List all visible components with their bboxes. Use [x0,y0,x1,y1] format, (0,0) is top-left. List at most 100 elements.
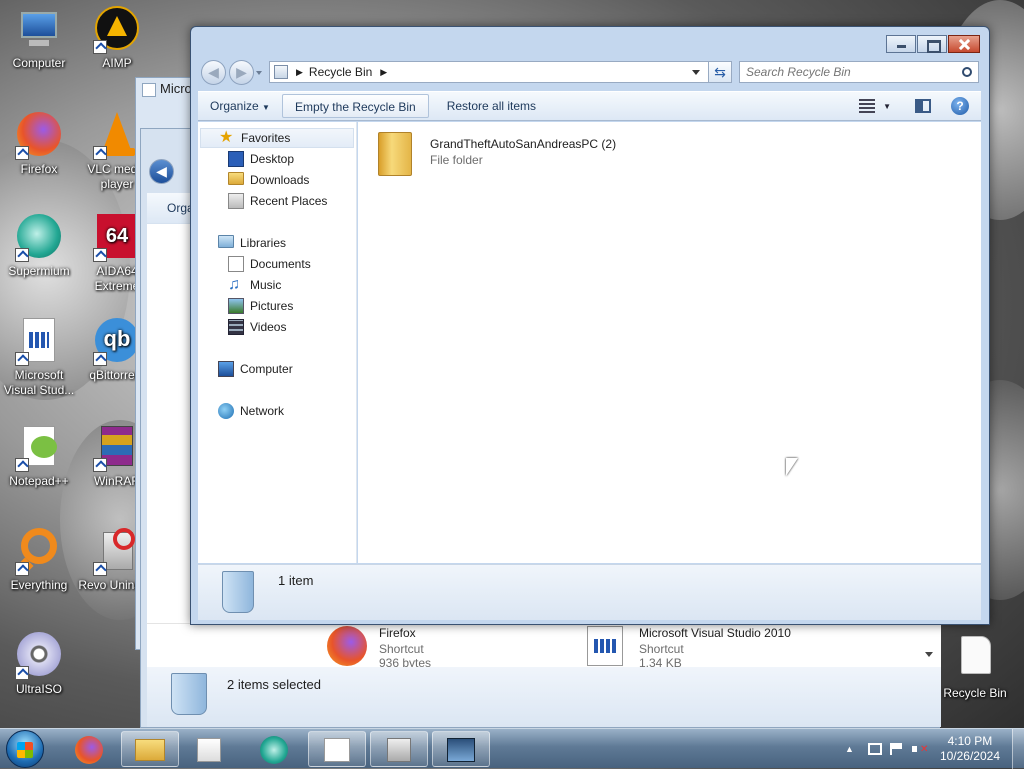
taskbar-media-player[interactable] [180,731,238,767]
ultraiso-icon [15,632,63,680]
start-button[interactable] [6,730,44,768]
list-item[interactable]: Microsoft Visual Studio 2010 Shortcut 1.… [587,624,917,668]
desktop-icon-notepadpp[interactable]: Notepad++ [0,424,78,489]
recycle-bin-window[interactable]: ◀ ▶ ▶ Recycle Bin ▶ ⇆ Organize ▼ Empty t… [190,26,990,625]
firefox-icon [75,736,103,764]
breadcrumb-chevron-icon[interactable]: ▶ [380,67,387,78]
address-bar[interactable]: ▶ Recycle Bin ▶ [269,61,709,83]
volume-muted-icon[interactable]: ✕ [911,743,928,755]
refresh-button[interactable]: ⇆ [708,61,732,83]
nav-desktop[interactable]: Desktop [228,149,294,169]
file-list: GrandTheftAutoSanAndreasPC (2) File fold… [358,122,981,563]
nav-documents[interactable]: Documents [228,254,311,274]
recycle-bin-full-icon [222,571,254,613]
nav-downloads[interactable]: Downloads [228,170,309,190]
recycle-bin-empty-icon [951,636,999,684]
computer-icon [218,361,234,377]
view-dropdown-icon[interactable]: ▼ [883,102,891,111]
taskbar-revo[interactable] [370,731,428,767]
desktop-icon-aimp[interactable]: AIMP [78,6,156,71]
desktop-icon-label: Recycle Bin [943,686,1007,700]
window-controls [885,35,980,53]
list-item[interactable]: Firefox Shortcut 936 bytes [327,624,577,668]
downloads-folder-icon [228,172,244,188]
close-button[interactable] [948,35,980,53]
taskbar-visual-studio[interactable] [308,731,366,767]
pictures-icon [228,298,244,314]
nav-videos[interactable]: Videos [228,317,286,337]
navigation-pane: ★ Favorites Desktop Downloads Recent Pla… [198,122,357,563]
list-item[interactable]: GrandTheftAutoSanAndreasPC (2) File fold… [374,130,674,178]
file-name: Firefox [379,626,416,640]
search-box[interactable] [739,61,979,83]
search-input[interactable] [740,64,962,80]
restore-all-items-button[interactable]: Restore all items [435,94,548,118]
desktop-icon-computer[interactable]: Computer [0,6,78,71]
clock[interactable]: 4:10 PM 10/26/2024 [932,734,1012,764]
taskbar-explorer[interactable] [121,731,179,767]
explorer-folder-icon [135,739,165,761]
preview-pane-icon[interactable] [915,99,931,113]
desktop-icon-everything[interactable]: Everything [0,528,78,593]
help-icon[interactable]: ? [951,97,969,115]
back-button[interactable]: ◀ [149,159,174,184]
nav-network[interactable]: Network [218,401,284,421]
organize-button[interactable]: Organize ▼ [198,94,282,118]
desktop-icon-recycle-bin[interactable]: Recycle Bin [936,636,1014,701]
clock-date: 10/26/2024 [939,749,1000,763]
status-text: 2 items selected [227,677,321,692]
network-tray-icon[interactable] [867,743,882,755]
search-icon[interactable] [962,67,972,77]
desktop-icon [228,151,244,167]
vlc-icon [93,112,141,160]
network-globe-icon [218,403,234,419]
show-hidden-icons-button[interactable]: ▲ [845,744,854,754]
window-title: Micro [160,81,192,96]
address-dropdown-icon[interactable] [692,69,700,75]
firefox-icon [327,626,367,666]
nav-libraries[interactable]: Libraries [218,233,286,253]
notepadpp-icon [15,424,63,472]
action-center-flag-icon[interactable] [889,743,902,755]
taskbar-firefox[interactable] [60,731,118,767]
desktop-icon-supermium[interactable]: Supermium [0,214,78,279]
show-desktop-button[interactable] [1012,729,1024,769]
breadcrumb-recycle-bin[interactable]: Recycle Bin [309,65,372,79]
nav-pictures[interactable]: Pictures [228,296,293,316]
desktop-icon-ultraiso[interactable]: UltraISO [0,632,78,697]
documents-icon [228,256,244,272]
forward-button[interactable]: ▶ [229,60,254,85]
media-player-icon [197,738,221,762]
videos-filmstrip-icon [228,319,244,335]
empty-recycle-bin-button[interactable]: Empty the Recycle Bin [281,94,429,118]
recycle-bin-small-icon [274,65,288,79]
file-type: File folder [430,153,483,167]
details-pane: 1 item [198,564,981,620]
maximize-button[interactable] [917,35,947,53]
libraries-icon [218,235,234,251]
clock-time: 4:10 PM [947,734,993,748]
taskbar-app[interactable] [432,731,490,767]
back-button[interactable]: ◀ [201,60,226,85]
file-name: Microsoft Visual Studio 2010 [639,626,791,640]
nav-recent-places[interactable]: Recent Places [228,191,327,211]
nav-music[interactable]: ♫ Music [228,275,281,295]
file-type: Shortcut [379,642,424,656]
nav-favorites[interactable]: ★ Favorites [200,128,354,148]
desktop-icon-firefox[interactable]: Firefox [0,112,78,177]
desktop-icon-label: Microsoft Visual Stud... [3,368,75,397]
recent-pages-dropdown[interactable] [256,71,262,75]
visual-studio-icon [15,318,63,366]
taskbar-supermium[interactable] [245,731,303,767]
desktop-icon-label: AIMP [102,56,132,70]
view-options-icon[interactable] [859,99,876,113]
desktop-icon-visual-studio[interactable]: Microsoft Visual Stud... [0,318,78,398]
details-pane: 2 items selected [147,667,941,727]
aimp-icon [93,6,141,54]
refresh-icon: ⇆ [714,64,726,80]
minimize-button[interactable] [886,35,916,53]
nav-computer[interactable]: Computer [218,359,293,379]
scroll-down-arrow[interactable] [925,652,933,657]
desktop-icon-label: Supermium [8,264,70,278]
firefox-icon [15,112,63,160]
